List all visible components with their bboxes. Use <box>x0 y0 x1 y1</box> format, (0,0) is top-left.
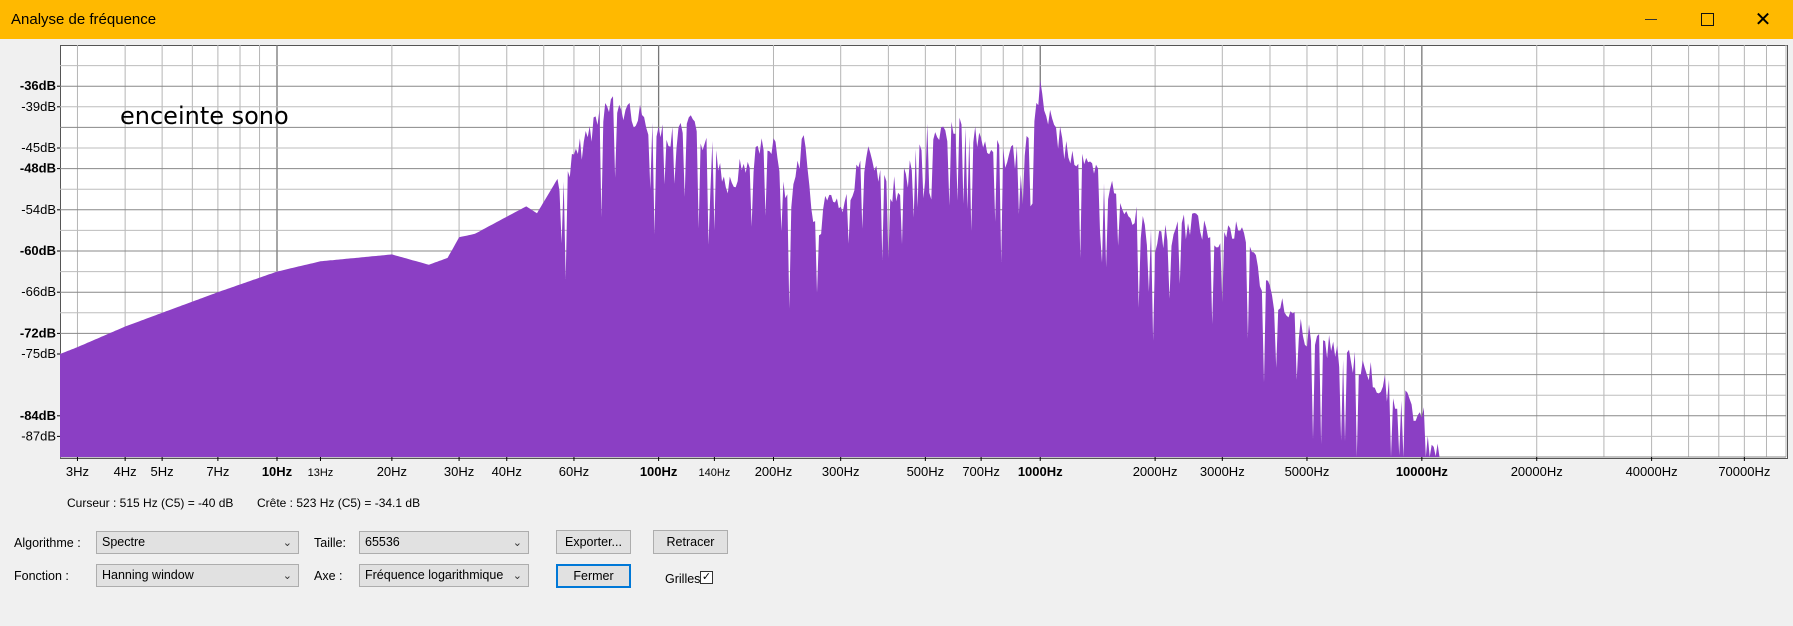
x-tick-label: 70000Hz <box>1718 464 1770 479</box>
maximize-button[interactable] <box>1681 0 1733 39</box>
size-select[interactable]: 65536 ⌄ <box>359 531 529 554</box>
minimize-button[interactable] <box>1625 0 1677 39</box>
y-tick-label: -72dB <box>20 325 56 340</box>
chevron-down-icon: ⌄ <box>282 570 292 582</box>
algorithm-select[interactable]: Spectre ⌄ <box>96 531 299 554</box>
y-tick-label: -75dB <box>21 346 56 361</box>
x-tick-label: 5Hz <box>151 464 174 479</box>
x-axis-ticks: 3Hz 4Hz 5Hz 7Hz 10Hz 13Hz 20Hz 30Hz 40Hz 60Hz 100H… <box>66 457 1770 479</box>
x-tick-label: 20Hz <box>377 464 407 479</box>
x-tick-label: 30Hz <box>444 464 474 479</box>
axis-value: Fréquence logarithmique <box>365 568 504 582</box>
x-tick-label: 40000Hz <box>1626 464 1678 479</box>
function-select[interactable]: Hanning window ⌄ <box>96 564 299 587</box>
checkmark-icon: ✓ <box>701 571 712 583</box>
y-tick-label: -39dB <box>21 99 56 114</box>
close-window-button[interactable]: ✕ <box>1737 0 1789 39</box>
x-tick-label: 20000Hz <box>1511 464 1563 479</box>
function-value: Hanning window <box>102 568 194 582</box>
x-tick-label: 3000Hz <box>1200 464 1245 479</box>
y-tick-label: -54dB <box>21 202 56 217</box>
y-tick-label: -84dB <box>20 408 56 423</box>
y-tick-label: -87dB <box>21 428 56 443</box>
x-tick-label: 140Hz <box>698 467 730 479</box>
x-tick-label: 700Hz <box>962 464 1000 479</box>
chevron-down-icon: ⌄ <box>512 570 522 582</box>
replot-button[interactable]: Retracer <box>653 530 728 554</box>
x-tick-label: 10Hz <box>262 464 293 479</box>
size-value: 65536 <box>365 535 400 549</box>
axis-label: Axe : <box>314 569 343 583</box>
x-tick-label: 13Hz <box>308 467 334 479</box>
x-tick-label: 300Hz <box>822 464 860 479</box>
size-label: Taille: <box>314 536 346 550</box>
x-tick-label: 1000Hz <box>1018 464 1063 479</box>
y-tick-label: -36dB <box>20 78 56 93</box>
axis-select[interactable]: Fréquence logarithmique ⌄ <box>359 564 529 587</box>
export-button[interactable]: Exporter... <box>556 530 631 554</box>
x-tick-label: 40Hz <box>492 464 522 479</box>
close-button[interactable]: Fermer <box>556 564 631 588</box>
y-tick-label: -45dB <box>21 140 56 155</box>
x-tick-label: 10000Hz <box>1396 464 1449 479</box>
minimize-icon <box>1645 19 1657 20</box>
grids-label: Grilles <box>665 572 701 586</box>
grids-checkbox[interactable]: ✓ <box>700 571 713 584</box>
y-tick-label: -60dB <box>20 243 56 258</box>
title-bar: Analyse de fréquence ✕ <box>0 0 1793 39</box>
peak-readout: Crête : 523 Hz (C5) = -34.1 dB <box>257 496 421 510</box>
chevron-down-icon: ⌄ <box>282 537 292 549</box>
spectrum-plot-area[interactable] <box>60 45 1788 459</box>
x-tick-label: 4Hz <box>114 464 137 479</box>
x-tick-label: 60Hz <box>559 464 589 479</box>
x-tick-label: 2000Hz <box>1133 464 1178 479</box>
x-tick-label: 3Hz <box>66 464 89 479</box>
window-title: Analyse de fréquence <box>11 11 157 28</box>
chevron-down-icon: ⌄ <box>512 537 522 549</box>
window-bottom <box>0 598 1793 626</box>
x-tick-label: 500Hz <box>907 464 945 479</box>
x-tick-label: 5000Hz <box>1285 464 1330 479</box>
algorithm-label: Algorithme : <box>14 536 81 550</box>
y-axis-ticks: -36dB -39dB -45dB -48dB -54dB -60dB -66dB -72dB… <box>20 78 60 443</box>
close-icon: ✕ <box>1754 9 1772 31</box>
x-tick-label: 200Hz <box>755 464 793 479</box>
function-label: Fonction : <box>14 569 69 583</box>
y-tick-label: -48dB <box>20 161 56 176</box>
maximize-icon <box>1700 13 1714 26</box>
cursor-readout: Curseur : 515 Hz (C5) = -40 dB <box>67 496 234 510</box>
x-tick-label: 7Hz <box>206 464 229 479</box>
chart-annotation: enceinte sono <box>120 102 289 130</box>
x-tick-label: 100Hz <box>640 464 678 479</box>
y-tick-label: -66dB <box>21 284 56 299</box>
algorithm-value: Spectre <box>102 535 146 549</box>
